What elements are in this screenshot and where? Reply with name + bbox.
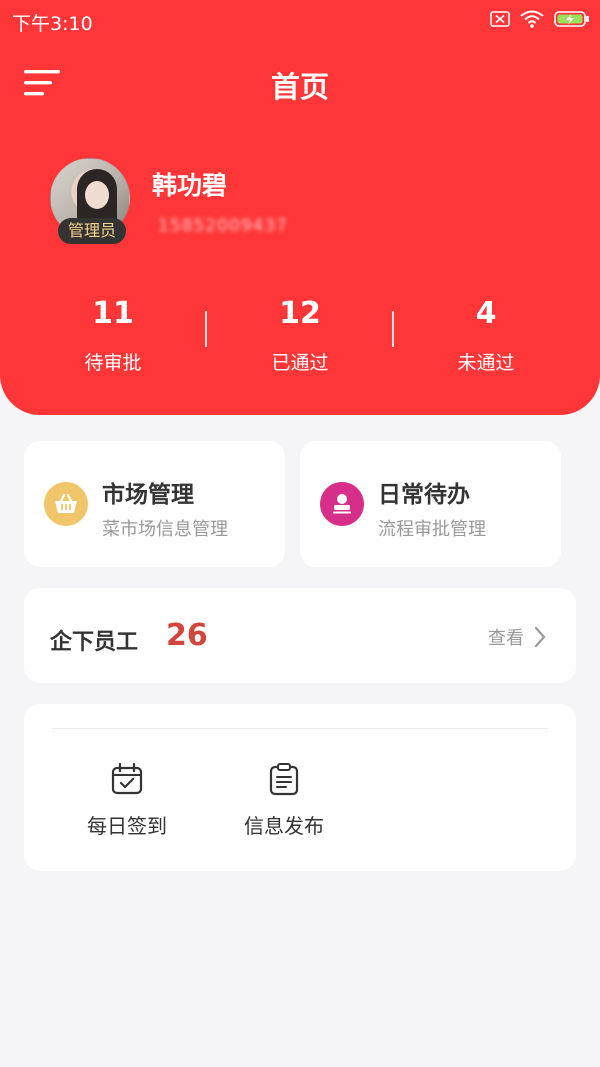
battery-charging-icon [554, 11, 589, 27]
stat-rejected-value: 4 [475, 296, 497, 331]
header: 下午3:10 首页 管理员 韩功碧 15852009437 11 待审批 12 … [0, 0, 600, 415]
chevron-right-icon [534, 626, 546, 648]
user-name: 韩功碧 [152, 171, 228, 200]
market-management-subtitle: 菜市场信息管理 [102, 519, 228, 540]
view-employees-label: 查看 [488, 628, 524, 649]
daily-todo-subtitle: 流程审批管理 [378, 519, 486, 540]
employees-label: 企下员工 [50, 630, 139, 655]
status-time: 下午3:10 [12, 13, 93, 35]
stat-pending[interactable]: 11 待审批 [13, 296, 213, 375]
info-publish-label: 信息发布 [244, 814, 324, 838]
tools-card: 每日签到 信息发布 [24, 704, 576, 871]
avatar[interactable]: 管理员 [50, 158, 130, 248]
daily-checkin-label: 每日签到 [87, 814, 167, 838]
divider [52, 728, 548, 729]
clipboard-icon [269, 763, 299, 796]
stat-approved[interactable]: 12 已通过 [200, 296, 400, 375]
stamp-icon [320, 482, 364, 526]
sim-off-icon [490, 11, 510, 27]
employees-count: 26 [166, 618, 208, 653]
calendar-check-icon [111, 762, 143, 795]
stat-rejected-label: 未通过 [457, 352, 515, 374]
market-management-title: 市场管理 [102, 482, 194, 508]
stat-approved-label: 已通过 [271, 352, 329, 374]
status-icons [490, 10, 590, 28]
role-badge: 管理员 [58, 218, 126, 244]
stat-rejected[interactable]: 4 未通过 [386, 296, 586, 375]
view-employees-link[interactable]: 查看 [488, 624, 546, 650]
stat-approved-value: 12 [279, 296, 321, 331]
daily-todo-title: 日常待办 [378, 482, 470, 508]
page-title: 首页 [270, 70, 329, 104]
info-publish-button[interactable]: 信息发布 [214, 762, 354, 839]
daily-checkin-button[interactable]: 每日签到 [57, 762, 197, 839]
status-bar: 下午3:10 [0, 0, 600, 40]
market-management-card[interactable]: 市场管理 菜市场信息管理 [24, 441, 285, 567]
employees-card[interactable]: 企下员工 26 查看 [24, 588, 576, 683]
stat-pending-label: 待审批 [84, 352, 142, 374]
stat-pending-value: 11 [92, 296, 134, 331]
wifi-icon [520, 10, 544, 28]
basket-icon [44, 482, 88, 526]
user-phone: 15852009437 [158, 216, 288, 236]
daily-todo-card[interactable]: 日常待办 流程审批管理 [300, 441, 561, 567]
